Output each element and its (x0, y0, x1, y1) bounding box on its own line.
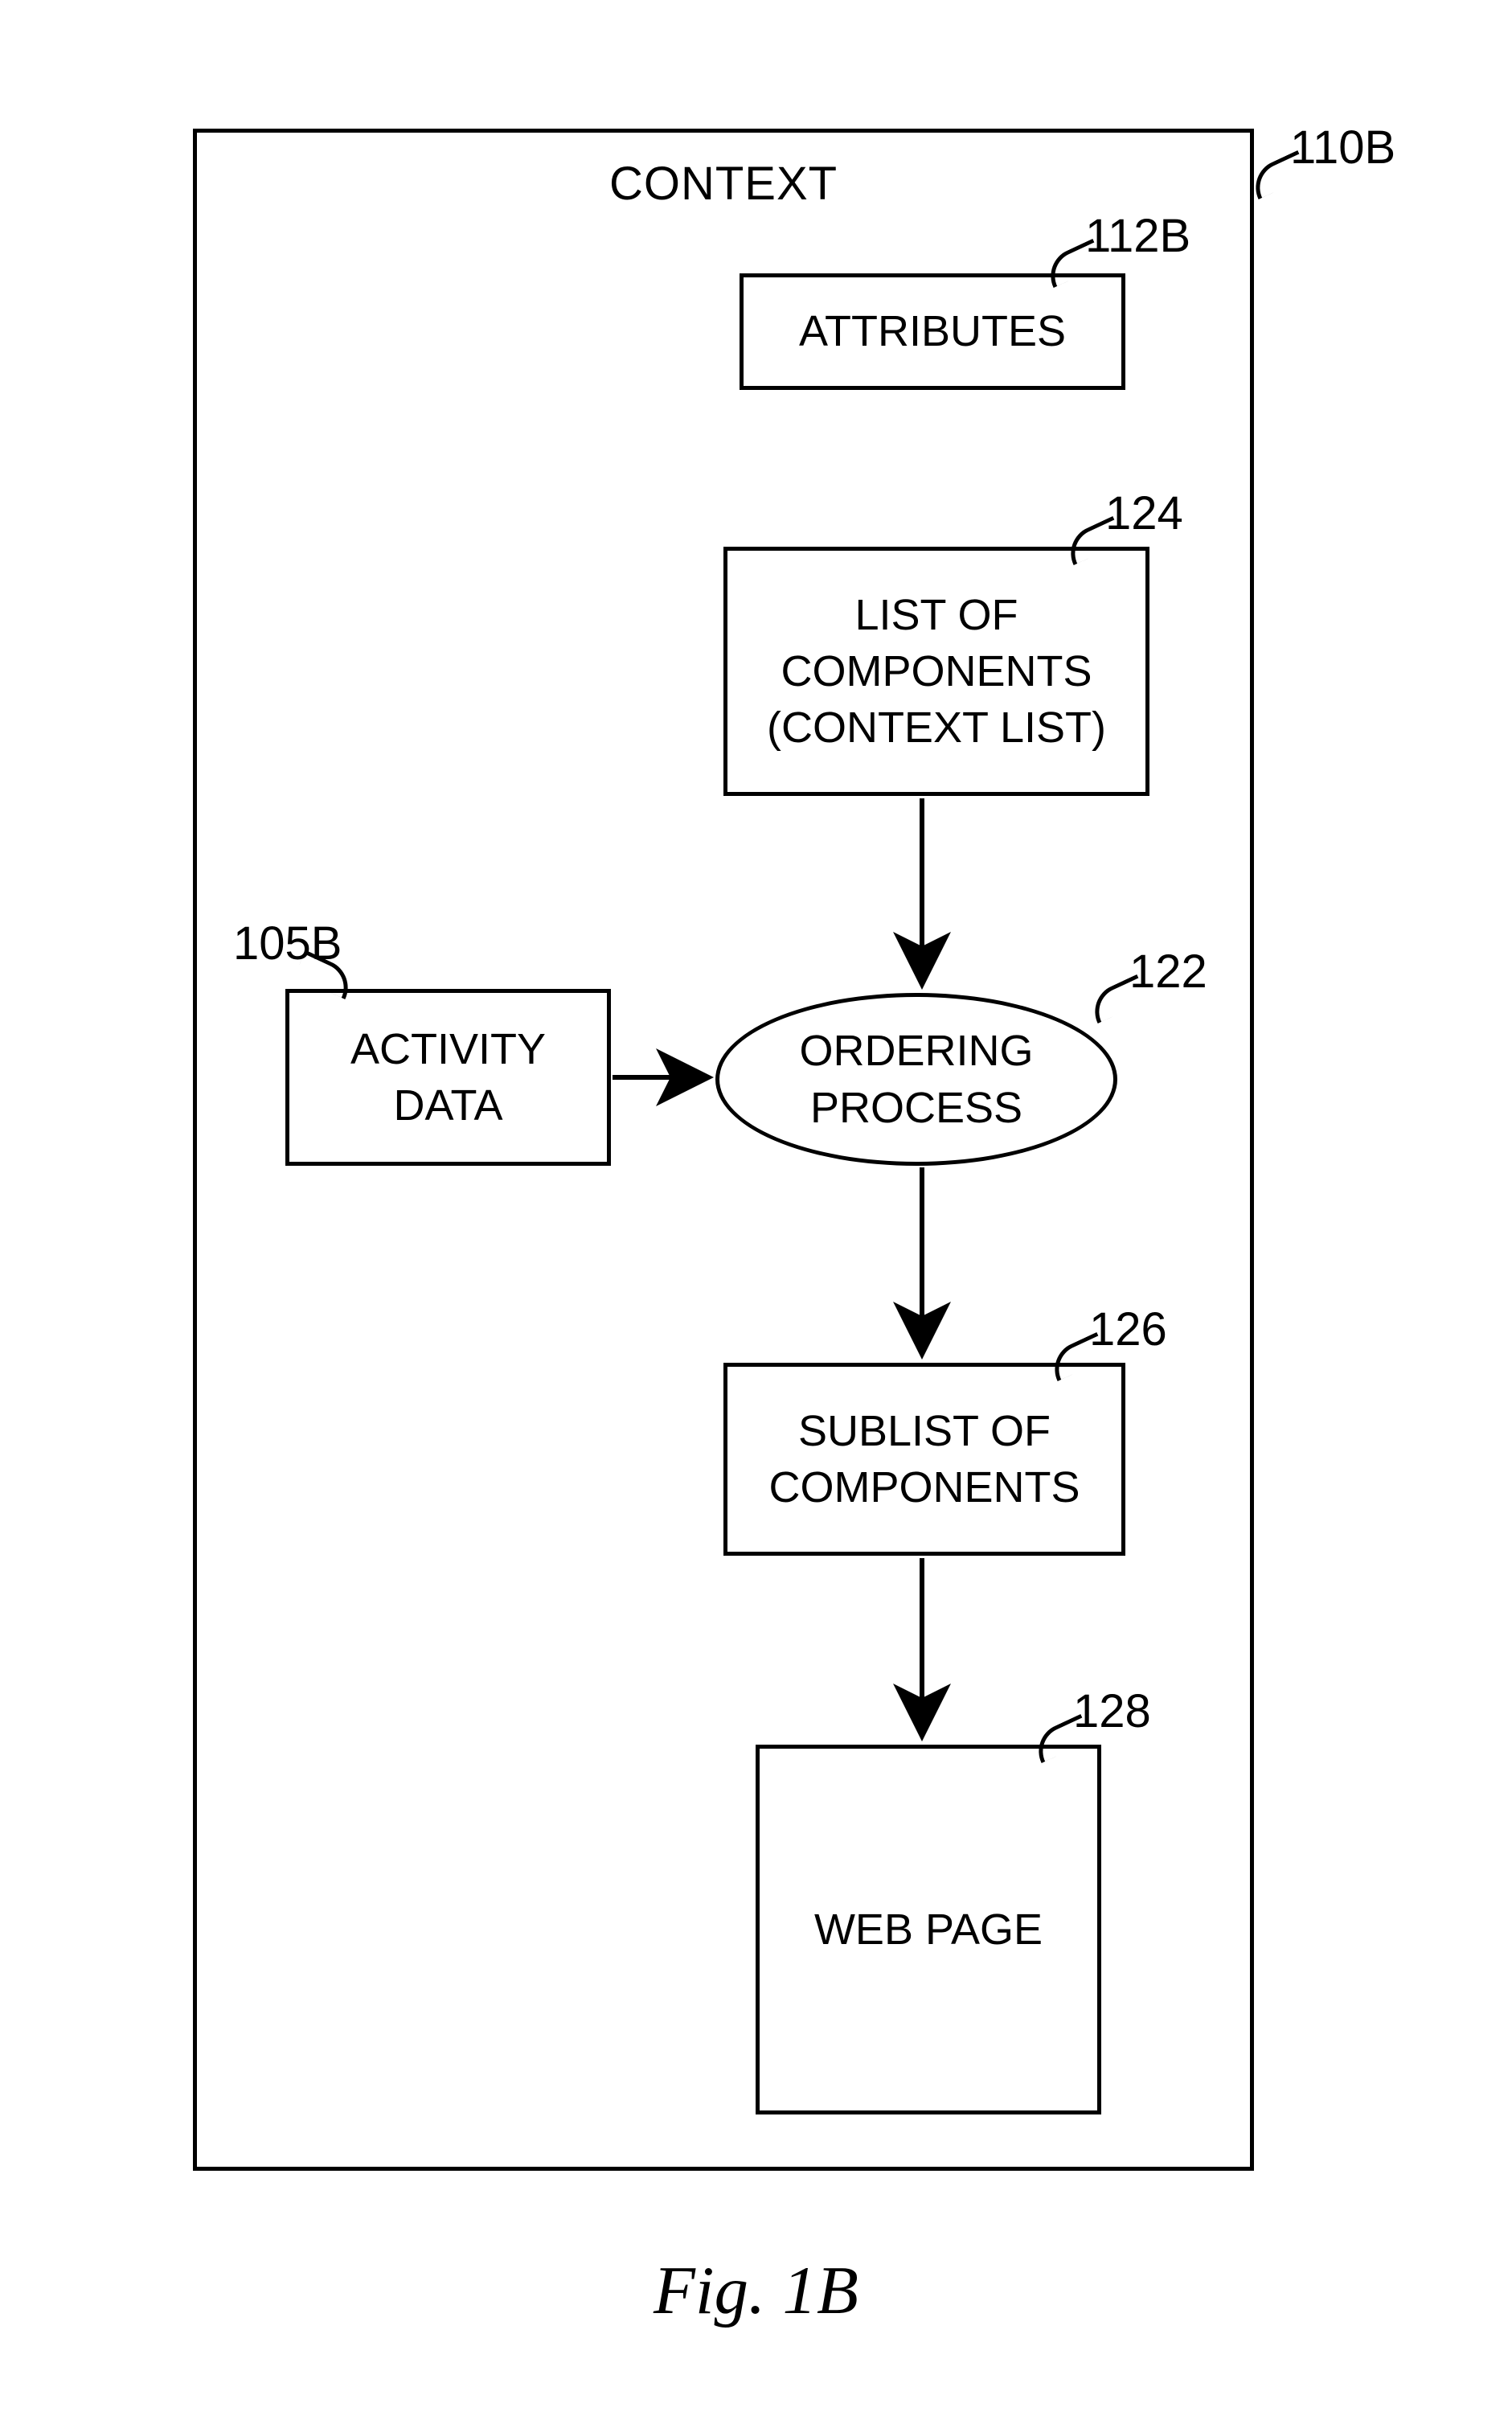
arrows-svg (0, 0, 1512, 2420)
diagram-canvas: CONTEXT ATTRIBUTES LIST OF COMPONENTS (C… (0, 0, 1512, 2420)
figure-caption: Fig. 1B (0, 2251, 1512, 2330)
